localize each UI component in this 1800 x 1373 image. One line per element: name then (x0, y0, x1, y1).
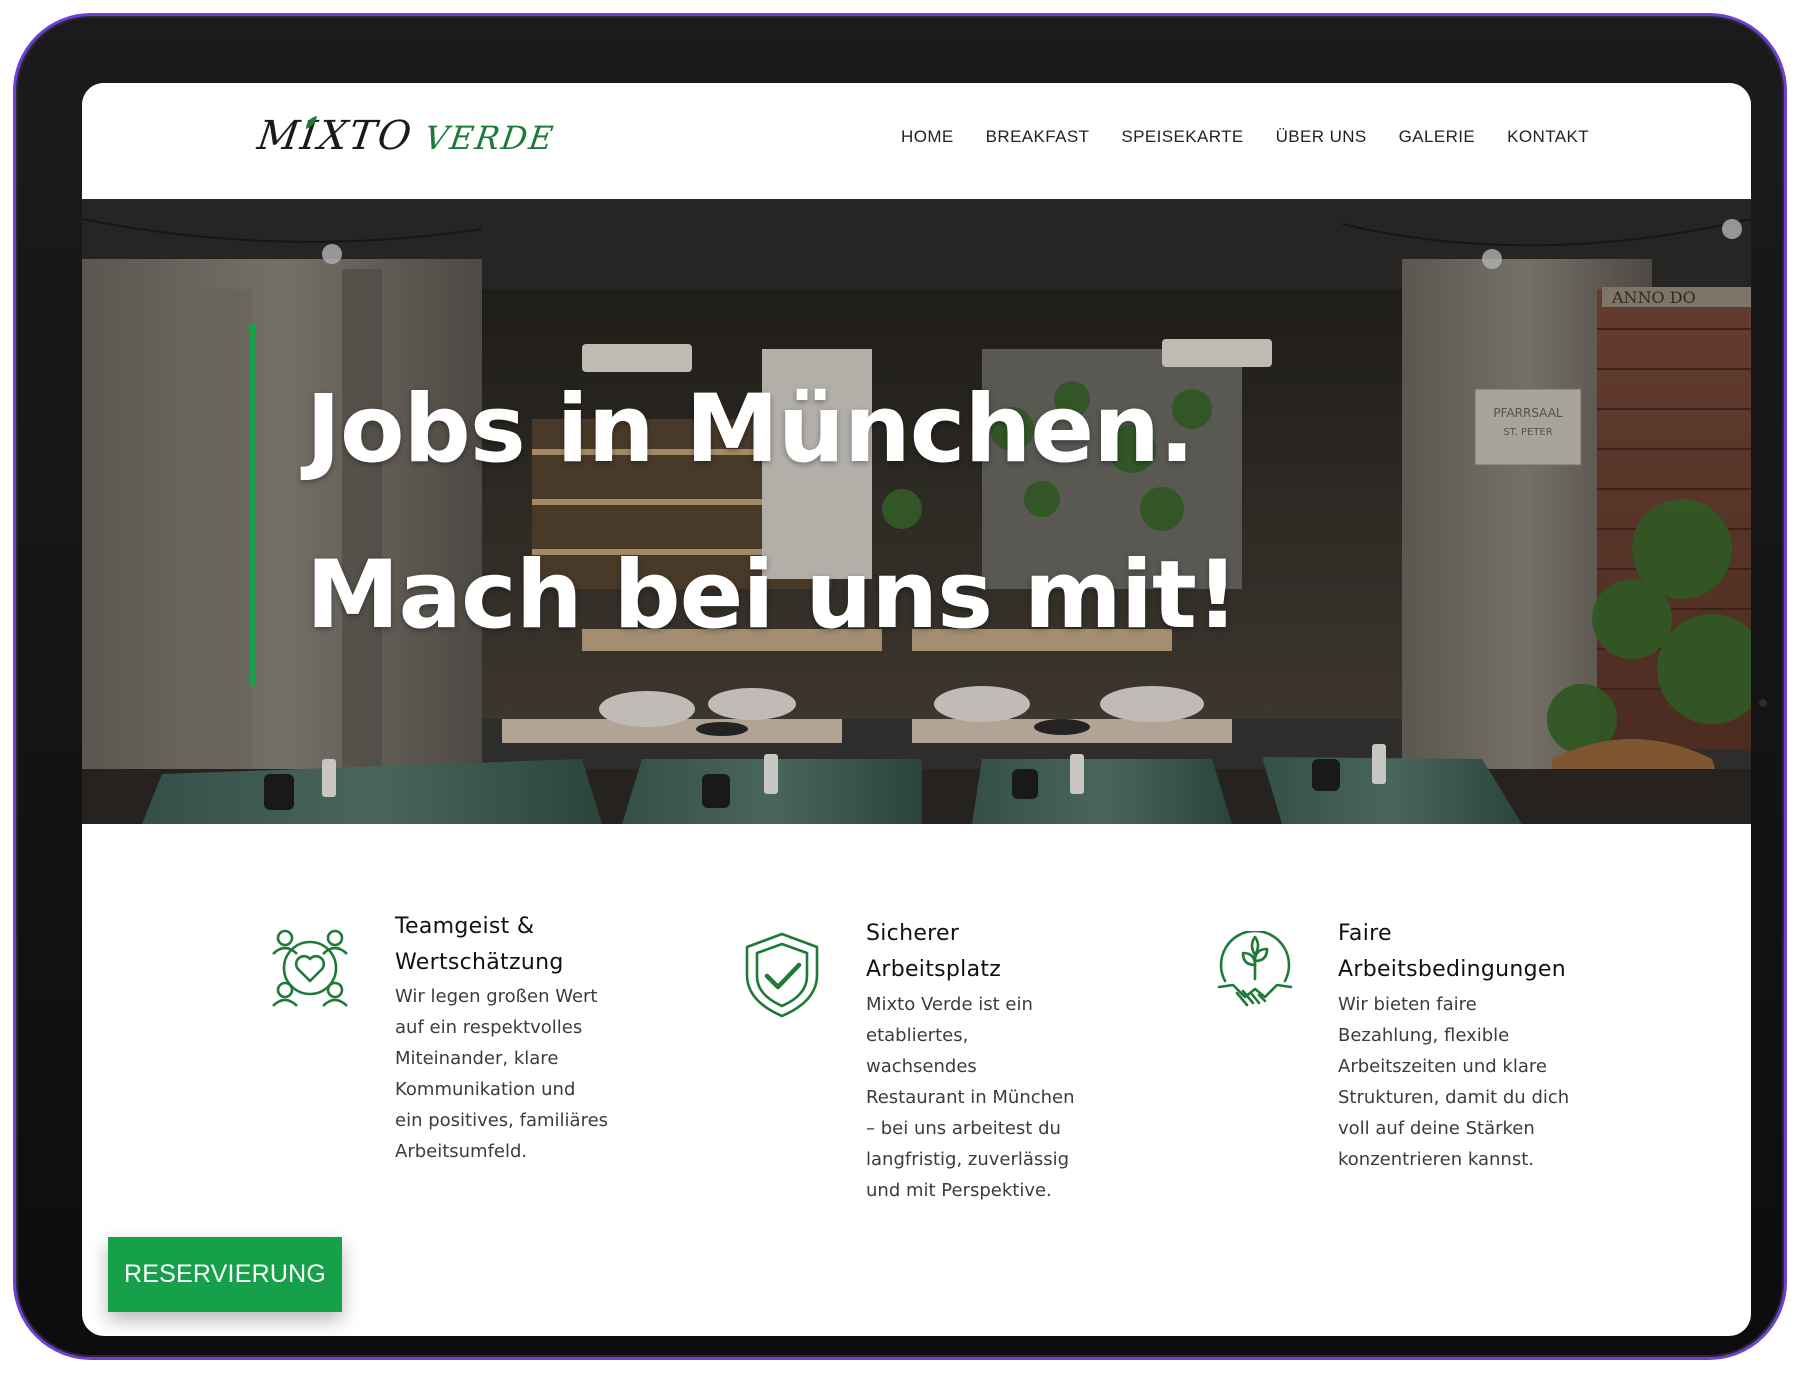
reservation-button[interactable]: RESERVIERUNG (108, 1237, 342, 1312)
nav-speisekarte[interactable]: SPEISEKARTE (1121, 127, 1243, 147)
feature-2-text: Mixto Verde ist ein etabliertes, wachsen… (866, 994, 1075, 1201)
main-nav: HOME BREAKFAST SPEISEKARTE ÜBER UNS GALE… (901, 127, 1589, 147)
handshake-plant-icon (1217, 931, 1293, 1007)
nav-kontakt[interactable]: KONTAKT (1507, 127, 1589, 147)
nav-galerie[interactable]: GALERIE (1399, 127, 1476, 147)
hero-title: Jobs in München. Mach bei uns mit! (306, 347, 1239, 679)
hero-title-line1: Jobs in München. (306, 375, 1195, 484)
logo-word-verde: VERDE (422, 119, 557, 157)
camera-dot (1756, 696, 1770, 710)
website-screen: MIXTO VERDE HOME BREAKFAST SPEISEKARTE Ü… (82, 83, 1751, 1336)
shield-check-icon (745, 932, 819, 1018)
hero-accent-bar (249, 324, 255, 686)
leaf-icon (306, 116, 317, 129)
tablet-frame: MIXTO VERDE HOME BREAKFAST SPEISEKARTE Ü… (13, 13, 1787, 1360)
logo-word-mixto: MIXTO (254, 113, 416, 159)
logo[interactable]: MIXTO VERDE (254, 113, 557, 173)
hero-title-line2: Mach bei uns mit! (306, 541, 1239, 650)
nav-ueber-uns[interactable]: ÜBER UNS (1276, 127, 1367, 147)
feature-3-text: Wir bieten faire Bezahlung, flexible Arb… (1338, 994, 1570, 1170)
nav-breakfast[interactable]: BREAKFAST (986, 127, 1090, 147)
site-header: MIXTO VERDE HOME BREAKFAST SPEISEKARTE Ü… (82, 83, 1751, 199)
nav-home[interactable]: HOME (901, 127, 954, 147)
feature-1-title: Teamgeist & Wertschätzung (395, 914, 564, 975)
hero-section: ANNO DO PFARRSAAL ST. PETER Jobs in Münc… (82, 199, 1751, 824)
team-heart-icon (272, 929, 348, 1007)
feature-2-title: Sicherer Arbeitsplatz (866, 921, 1002, 982)
feature-3-title: Faire Arbeitsbedingungen (1338, 921, 1567, 982)
feature-1-text: Wir legen großen Wert auf ein respektvol… (395, 986, 609, 1162)
